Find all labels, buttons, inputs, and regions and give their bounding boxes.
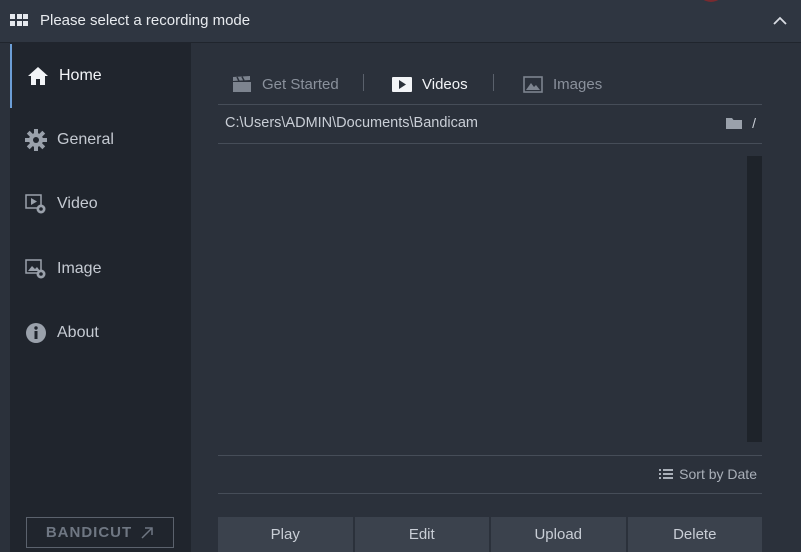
- bandicut-button[interactable]: BANDICUT: [26, 517, 174, 548]
- folder-path: C:\Users\ADMIN\Documents\Bandicam: [225, 115, 479, 131]
- record-indicator: [697, 0, 725, 2]
- sidebar-item-label: Image: [57, 260, 102, 277]
- tab-divider: [493, 74, 494, 91]
- video-file-list[interactable]: [218, 144, 762, 455]
- sort-label: Sort by Date: [679, 466, 757, 482]
- sidebar-item-label: About: [57, 324, 99, 341]
- sort-by-date-button[interactable]: Sort by Date: [659, 466, 757, 482]
- tab-images[interactable]: Images: [523, 73, 602, 95]
- action-bar: Play Edit Upload Delete: [218, 517, 762, 552]
- sidebar-item-image[interactable]: Image: [10, 237, 191, 301]
- sidebar-item-general[interactable]: General: [10, 108, 191, 172]
- upload-button[interactable]: Upload: [491, 517, 626, 552]
- tab-get-started[interactable]: Get Started: [232, 73, 339, 95]
- external-link-icon: [141, 526, 153, 539]
- tab-divider: [363, 74, 364, 91]
- sidebar-item-home[interactable]: Home: [10, 44, 191, 108]
- folder-path-suffix: /: [752, 115, 756, 131]
- title-bar: Please select a recording mode: [0, 0, 801, 43]
- delete-button[interactable]: Delete: [627, 517, 762, 552]
- main-panel: Get Started Videos Images C:\Users\ADMIN…: [191, 43, 801, 552]
- folder-path-row: C:\Users\ADMIN\Documents\Bandicam /: [218, 105, 762, 144]
- list-icon: [659, 469, 674, 479]
- edit-button[interactable]: Edit: [354, 517, 489, 552]
- sort-row: Sort by Date: [218, 455, 762, 494]
- play-icon: [392, 76, 412, 92]
- list-scrollbar[interactable]: [747, 156, 762, 442]
- play-button[interactable]: Play: [218, 517, 353, 552]
- picture-icon: [523, 75, 543, 93]
- home-icon: [28, 67, 48, 85]
- image-settings-icon: [25, 259, 46, 279]
- clapperboard-icon: [233, 75, 251, 92]
- tab-label: Videos: [422, 75, 468, 93]
- tab-bar: Get Started Videos Images: [218, 63, 762, 105]
- folder-icon[interactable]: [726, 116, 742, 130]
- sidebar-item-video[interactable]: Video: [10, 172, 191, 236]
- app-menu-icon[interactable]: [10, 14, 28, 28]
- sidebar-item-about[interactable]: About: [10, 301, 191, 365]
- tab-videos[interactable]: Videos: [392, 73, 468, 95]
- sidebar: Home General Video Image About BANDICUT: [10, 43, 191, 552]
- sidebar-item-label: Home: [59, 67, 102, 84]
- window-title: Please select a recording mode: [40, 12, 251, 29]
- tab-label: Get Started: [262, 75, 339, 93]
- gear-icon: [25, 129, 47, 151]
- video-settings-icon: [25, 194, 46, 214]
- sidebar-item-label: General: [57, 131, 114, 148]
- chevron-up-icon[interactable]: [771, 12, 789, 30]
- sidebar-item-label: Video: [57, 195, 98, 212]
- bandicut-logo: BANDICUT: [45, 524, 133, 541]
- tab-label: Images: [553, 75, 603, 93]
- info-icon: [26, 323, 46, 343]
